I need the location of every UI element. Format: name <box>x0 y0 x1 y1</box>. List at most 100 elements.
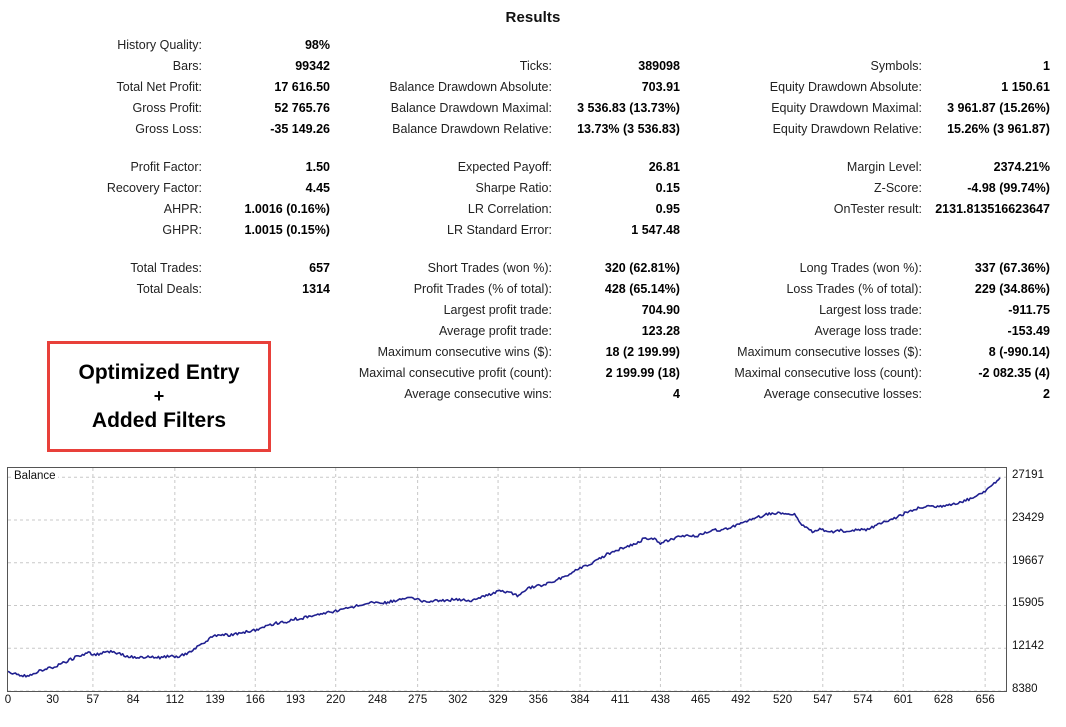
stat-value: 52 765.76 <box>274 101 330 115</box>
stat-value: 704.90 <box>641 303 680 317</box>
stat-label: AHPR: <box>163 202 202 216</box>
annotation-line-1: Optimized Entry <box>78 361 240 384</box>
y-axis-tick-label: 12142 <box>1012 640 1044 653</box>
stat-label: Gross Profit: <box>132 101 202 115</box>
chart-legend-label: Balance <box>12 470 58 482</box>
stat-row: Maximal consecutive loss (count): -2 082.… <box>708 363 1050 384</box>
x-axis-tick-label: 465 <box>691 694 711 706</box>
stat-row: Total Deals: 1314 <box>8 279 330 300</box>
stat-value: 1 547.48 <box>631 223 680 237</box>
stat-value: 1.50 <box>305 160 330 174</box>
stat-label: Loss Trades (% of total): <box>786 282 922 296</box>
stat-label: Ticks: <box>519 59 552 73</box>
stats-column-3: Symbols: 1 Equity Drawdown Absolute: 1 150… <box>708 35 1058 140</box>
stat-row <box>8 321 330 342</box>
stat-label: LR Correlation: <box>467 202 552 216</box>
x-axis-tick-label: 220 <box>326 694 346 706</box>
stat-row: Average loss trade: -153.49 <box>708 321 1050 342</box>
stat-label: Average profit trade: <box>438 324 552 338</box>
stat-label: LR Standard Error: <box>447 223 552 237</box>
stat-label: Margin Level: <box>846 160 922 174</box>
stat-value: 98% <box>304 38 330 52</box>
stat-row: Loss Trades (% of total): 229 (34.86%) <box>708 279 1049 300</box>
stat-label: Maximum consecutive wins ($): <box>377 345 552 359</box>
annotation-plus-sign: + <box>153 386 165 406</box>
stat-label: Average loss trade: <box>814 324 922 338</box>
stat-label: GHPR: <box>162 223 202 237</box>
stat-row: Ticks: 389098 <box>358 56 680 77</box>
stat-value: 0.15 <box>655 181 680 195</box>
stat-value: -35 149.26 <box>270 122 330 136</box>
stat-row: Balance Drawdown Relative: 13.73% (3 536.… <box>358 119 680 140</box>
stat-value: 3 961.87 (15.26%) <box>947 101 1050 115</box>
stat-value: 26.81 <box>648 160 680 174</box>
chart-plot-area[interactable]: Balance <box>7 467 1007 692</box>
y-axis-tick-label: 8380 <box>1012 683 1038 695</box>
stat-label: Equity Drawdown Absolute: <box>769 80 922 94</box>
chart-y-axis: 27191 23429 19667 15905 12142 8380 <box>1010 467 1066 695</box>
stat-row: Balance Drawdown Absolute: 703.91 <box>358 77 680 98</box>
stat-label: Recovery Factor: <box>106 181 202 195</box>
stat-label: Maximal consecutive loss (count): <box>734 366 922 380</box>
stat-value: 123.28 <box>641 324 680 338</box>
stat-label: Maximal consecutive profit (count): <box>358 366 552 380</box>
stat-label: Long Trades (won %): <box>799 261 922 275</box>
stat-row: Profit Trades (% of total): 428 (65.14%) <box>358 279 680 300</box>
stat-row: Balance Drawdown Maximal: 3 536.83 (13.73… <box>358 98 680 119</box>
x-axis-tick-label: 30 <box>46 694 60 706</box>
stats-column-2: Ticks: 389098 Balance Drawdown Absolute: 7… <box>358 35 708 140</box>
stat-label: Total Trades: <box>130 261 202 275</box>
stat-value: 657 <box>309 261 330 275</box>
stat-value: -153.49 <box>1007 324 1050 338</box>
stats-block-overview: History Quality: 98% Bars: 99342 Total Net… <box>8 35 1058 140</box>
x-axis-tick-label: 520 <box>772 694 793 706</box>
page-title: Results <box>505 9 561 26</box>
stat-label: Profit Factor: <box>130 160 202 174</box>
stat-label: Balance Drawdown Relative: <box>392 122 552 136</box>
y-axis-tick-label: 27191 <box>1012 469 1044 482</box>
stat-label: Z-Score: <box>874 181 922 195</box>
stat-value: 1314 <box>302 282 330 296</box>
stat-row: History Quality: 98% <box>8 35 330 56</box>
stat-label: History Quality: <box>117 38 202 52</box>
stat-value: 0.95 <box>655 202 680 216</box>
stats-column-3: Margin Level: 2374.21% Z-Score: -4.98 (99.… <box>708 157 1058 241</box>
x-axis-tick-label: 356 <box>528 694 548 706</box>
stat-value: 4 <box>673 387 680 401</box>
stat-row: Equity Drawdown Maximal: 3 961.87 (15.26%… <box>708 98 1050 119</box>
stat-label: Symbols: <box>870 59 922 73</box>
x-axis-tick-label: 628 <box>933 694 954 706</box>
stat-row <box>708 220 1050 241</box>
stat-label: Equity Drawdown Relative: <box>772 122 922 136</box>
stat-row: LR Standard Error: 1 547.48 <box>358 220 680 241</box>
stat-label: Short Trades (won %): <box>427 261 552 275</box>
stat-label: Equity Drawdown Maximal: <box>771 101 922 115</box>
stats-column-2: Expected Payoff: 26.81 Sharpe Ratio: 0.15 … <box>358 157 708 241</box>
stat-value: 2 <box>1043 387 1050 401</box>
stat-value: 1 150.61 <box>1001 80 1050 94</box>
stat-label: Total Net Profit: <box>116 80 202 94</box>
stat-row: Gross Profit: 52 765.76 <box>8 98 330 119</box>
stat-row: AHPR: 1.0016 (0.16%) <box>8 199 330 220</box>
stat-value: 4.45 <box>305 181 330 195</box>
stat-label: Bars: <box>172 59 202 73</box>
x-axis-tick-label: 139 <box>205 694 225 706</box>
x-axis-tick-label: 248 <box>367 694 387 706</box>
stat-label: OnTester result: <box>833 202 922 216</box>
x-axis-tick-label: 166 <box>245 694 265 706</box>
x-axis-tick-label: 193 <box>285 694 306 706</box>
stat-value: 13.73% (3 536.83) <box>577 122 680 136</box>
chart-x-axis: 0 30 57 84 112 139 166 193 220 248 275 302 329 356 384… <box>0 694 1010 714</box>
stat-value: 15.26% (3 961.87) <box>947 122 1050 136</box>
stat-row: Average consecutive wins: 4 <box>358 384 680 405</box>
stat-label: Gross Loss: <box>135 122 202 136</box>
stat-value: 428 (65.14%) <box>604 282 680 296</box>
stat-row: Recovery Factor: 4.45 <box>8 178 330 199</box>
stat-row: OnTester result: 2131.813516623647 <box>708 199 1050 220</box>
stat-row: Sharpe Ratio: 0.15 <box>358 178 680 199</box>
stat-row: Maximum consecutive wins ($): 18 (2 199.9… <box>358 342 680 363</box>
x-axis-tick-label: 574 <box>853 694 873 706</box>
stat-value: 320 (62.81%) <box>604 261 680 275</box>
